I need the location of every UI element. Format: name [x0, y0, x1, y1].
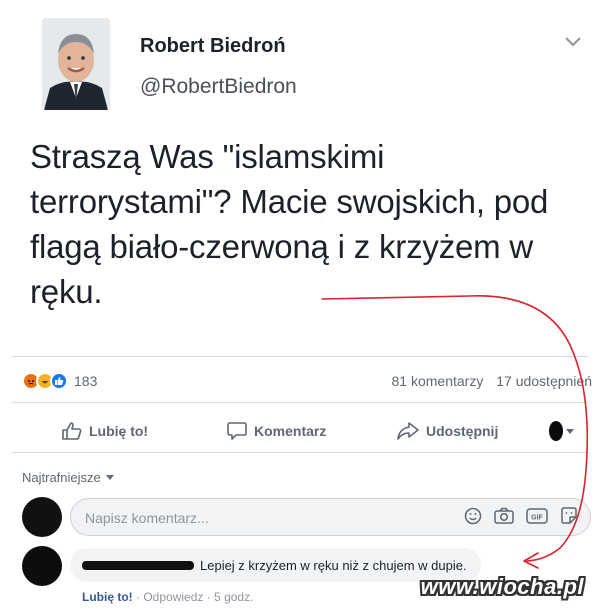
- watermark: www.wiocha.pl: [420, 574, 584, 599]
- composer-icons: GIF: [452, 507, 578, 530]
- post-actions-bar: Lubię to! Komentarz Udostępnij: [12, 410, 588, 452]
- emoji-icon[interactable]: [464, 507, 482, 530]
- meta-separator: ·: [136, 590, 140, 604]
- like-button[interactable]: Lubię to!: [62, 422, 148, 440]
- caret-down-icon: [105, 475, 114, 480]
- commenter-avatar[interactable]: [22, 546, 62, 586]
- gif-icon[interactable]: GIF: [526, 507, 548, 530]
- comment-label: Komentarz: [254, 423, 327, 439]
- author-avatar[interactable]: [42, 18, 110, 110]
- svg-text:GIF: GIF: [531, 515, 543, 522]
- comments-count[interactable]: 81 komentarzy: [392, 373, 484, 389]
- audience-selector[interactable]: [547, 420, 582, 442]
- post-text: Straszą Was "islamskimi terrorystami"? M…: [30, 138, 549, 310]
- sort-label: Najtrafniejsze: [22, 470, 101, 485]
- current-user-avatar[interactable]: [22, 497, 62, 537]
- author-name[interactable]: Robert Biedroń: [140, 35, 286, 58]
- comment-sort-dropdown[interactable]: Najtrafniejsze: [22, 470, 114, 485]
- share-label: Udostępnij: [426, 423, 499, 439]
- camera-icon[interactable]: [494, 507, 514, 530]
- comment-like-link[interactable]: Lubię to!: [82, 590, 133, 604]
- shares-count[interactable]: 17 udostępnień: [496, 373, 592, 389]
- comment-icon: [227, 422, 247, 440]
- share-icon: [397, 422, 419, 440]
- comment-reply-link[interactable]: Odpowiedz: [143, 590, 203, 604]
- facebook-post: Robert Biedroń @RobertBiedron Straszą Wa…: [0, 0, 600, 611]
- comment-button[interactable]: Komentarz: [227, 422, 326, 440]
- chevron-down-icon[interactable]: [564, 35, 582, 47]
- like-label: Lubię to!: [89, 423, 149, 439]
- comment-composer[interactable]: GIF: [70, 498, 591, 536]
- share-button[interactable]: Udostępnij: [397, 422, 498, 440]
- redacted-author-name: [82, 560, 194, 570]
- author-handle[interactable]: @RobertBiedron: [140, 75, 297, 99]
- divider: [12, 452, 588, 453]
- thumbs-up-icon: [62, 422, 82, 440]
- comment-input[interactable]: [85, 508, 445, 528]
- audience-icon: [549, 421, 574, 441]
- comment-text: Lepiej z krzyżem w ręku niż z chujem w d…: [200, 557, 467, 573]
- comment-time[interactable]: 5 godz.: [214, 590, 253, 604]
- comment-meta: Lubię to! · Odpowiedz · 5 godz.: [82, 590, 253, 604]
- meta-separator: ·: [206, 590, 211, 604]
- divider: [12, 402, 588, 403]
- engagement-counts: 81 komentarzy 17 udostępnień: [383, 373, 592, 389]
- divider: [12, 356, 588, 357]
- comment-bubble: Lepiej z krzyżem w ręku niż z chujem w d…: [70, 548, 481, 582]
- like-reaction-icon: [50, 372, 68, 390]
- reactions-summary[interactable]: 183: [22, 372, 97, 390]
- reaction-count: 183: [74, 373, 98, 389]
- sticker-icon[interactable]: [560, 507, 578, 530]
